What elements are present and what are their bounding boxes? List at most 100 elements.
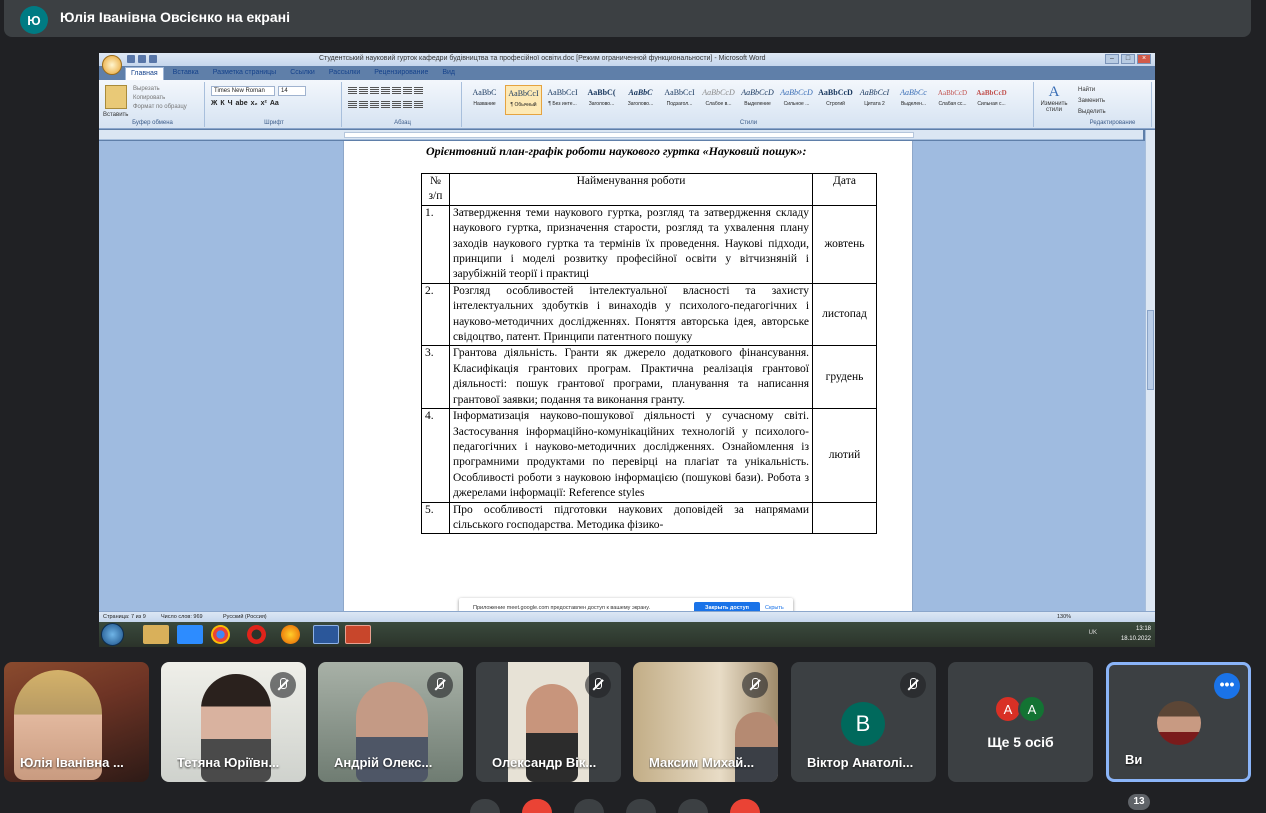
maximize-icon[interactable]: □ [1121,54,1135,64]
select-button[interactable]: Выделить [1078,107,1106,118]
save-icon[interactable] [127,55,135,63]
multilevel-icon[interactable] [370,87,379,95]
row-date: жовтень [812,204,877,284]
font-name-select[interactable]: Times New Roman [211,86,275,96]
change-styles-button[interactable]: A Изменить стили [1034,84,1074,113]
align-center-icon[interactable] [359,101,368,109]
more-participants-tile[interactable]: А А Ще 5 осіб [948,662,1093,782]
camera-button[interactable] [522,799,552,813]
participant-tile[interactable]: Андрій Олекс... [318,662,463,782]
row-work: Про особливості підготовки наукових допо… [448,501,814,535]
opera-icon[interactable] [247,625,266,644]
superscript-button[interactable]: x² [261,100,267,107]
tab-references[interactable]: Ссылки [285,67,320,80]
align-left-icon[interactable] [348,101,357,109]
style-tile[interactable]: AaBbC Название [466,85,503,115]
participant-tile[interactable]: Олександр Вік... [476,662,621,782]
mic-button[interactable] [470,799,500,813]
strikethrough-button[interactable]: abe [236,100,248,107]
style-tile[interactable]: AaBbCcI Подзагол... [661,85,698,115]
style-tile[interactable]: AaBbCcD Слабое в... [700,85,737,115]
windows-taskbar: UK 13:18 18.10.2022 [99,622,1155,647]
outdent-icon[interactable] [381,87,390,95]
tab-view[interactable]: Вид [437,67,460,80]
tab-mailings[interactable]: Рассылки [324,67,365,80]
undo-icon[interactable] [138,55,146,63]
style-tile[interactable]: AaBbCcD Сильная с... [973,85,1010,115]
tab-home[interactable]: Главная [125,67,164,80]
style-tile[interactable]: AaBbCcI ¶ Обычный [505,85,542,115]
style-name: Выделен... [900,101,927,107]
tab-insert[interactable]: Вставка [168,67,204,80]
minimize-icon[interactable]: – [1105,54,1119,64]
more-button[interactable] [678,799,708,813]
italic-button[interactable]: К [220,100,224,107]
firefox-icon[interactable] [281,625,300,644]
change-case-button[interactable]: Aa [270,100,279,107]
vertical-scrollbar[interactable] [1145,130,1155,611]
style-tile[interactable]: AaBbCcD Слабая сс... [934,85,971,115]
participant-tile[interactable]: Тетяна Юріївн... [161,662,306,782]
numbering-icon[interactable] [359,87,368,95]
participant-tile[interactable]: Юлія Іванівна ... [4,662,149,782]
style-tile[interactable]: AaBbC Заголово... [622,85,659,115]
chrome-icon[interactable] [211,625,230,644]
office-button[interactable] [102,55,122,75]
format-painter-button[interactable]: Формат по образцу [133,103,187,112]
subscript-button[interactable]: x₂ [251,100,258,107]
styles-group: AaBbC Название AaBbCcI ¶ Обычный AaBbCcI ¶ … [464,82,1034,127]
justify-icon[interactable] [381,101,390,109]
status-zoom[interactable]: 130% [1057,614,1071,620]
system-tray: UK [1089,630,1097,636]
bullets-icon[interactable] [348,87,357,95]
leave-call-button[interactable] [730,799,760,813]
table-row: 4. Інформатизація науково-пошукової діял… [421,408,877,503]
row-date: листопад [812,282,877,347]
row-work: Затвердження теми наукового гуртка, розг… [448,204,814,284]
taskbar-clock[interactable]: 13:18 18.10.2022 [1121,624,1151,644]
style-tile[interactable]: AaBbCcD Сильное ... [778,85,815,115]
style-tile[interactable]: AaBbCcI ¶ Без инте... [544,85,581,115]
font-size-select[interactable]: 14 [278,86,306,96]
sort-icon[interactable] [403,87,412,95]
participant-tile[interactable]: В Віктор Анатолі... [791,662,936,782]
tab-page-layout[interactable]: Разметка страницы [208,67,282,80]
copy-button[interactable]: Копировать [133,94,187,103]
windows-start-icon[interactable] [101,623,124,646]
redo-icon[interactable] [149,55,157,63]
borders-icon[interactable] [414,101,423,109]
explorer-icon[interactable] [143,625,169,644]
tab-review[interactable]: Рецензирование [369,67,433,80]
more-options-icon[interactable]: ••• [1214,673,1240,699]
align-right-icon[interactable] [370,101,379,109]
shading-icon[interactable] [403,101,412,109]
close-icon[interactable]: × [1137,54,1151,64]
style-tile[interactable]: AaBbCcD Строгий [817,85,854,115]
cut-button[interactable]: Вырезать [133,85,187,94]
replace-button[interactable]: Заменить [1078,96,1106,107]
captions-button[interactable] [574,799,604,813]
find-button[interactable]: Найти [1078,85,1106,96]
participant-tile[interactable]: Максим Михай... [633,662,778,782]
scrollbar-thumb[interactable] [1147,310,1154,390]
line-spacing-icon[interactable] [392,101,401,109]
participant-name: Олександр Вік... [492,755,597,770]
powerpoint-icon[interactable] [345,625,371,644]
present-button[interactable] [626,799,656,813]
word-icon[interactable] [313,625,339,644]
style-tile[interactable]: AaBbC(Заголово... [583,85,620,115]
presenter-avatar: Ю [20,6,48,34]
style-tile[interactable]: AaBbCc Выделен... [895,85,932,115]
style-tile[interactable]: AaBbCcD Выделение [739,85,776,115]
self-tile[interactable]: ••• Ви [1106,662,1251,782]
style-tile[interactable]: AaBbCcI Цитата 2 [856,85,893,115]
style-sample: AaBbCcD [937,89,968,97]
zoom-icon[interactable] [177,625,203,644]
indent-icon[interactable] [392,87,401,95]
document-page[interactable]: Орієнтовний план-графік роботи наукового… [343,141,913,611]
paste-icon[interactable] [105,85,127,109]
bold-button[interactable]: Ж [211,100,217,107]
keyboard-language[interactable]: UK [1089,630,1097,636]
underline-button[interactable]: Ч [228,100,233,107]
pilcrow-icon[interactable] [414,87,423,95]
